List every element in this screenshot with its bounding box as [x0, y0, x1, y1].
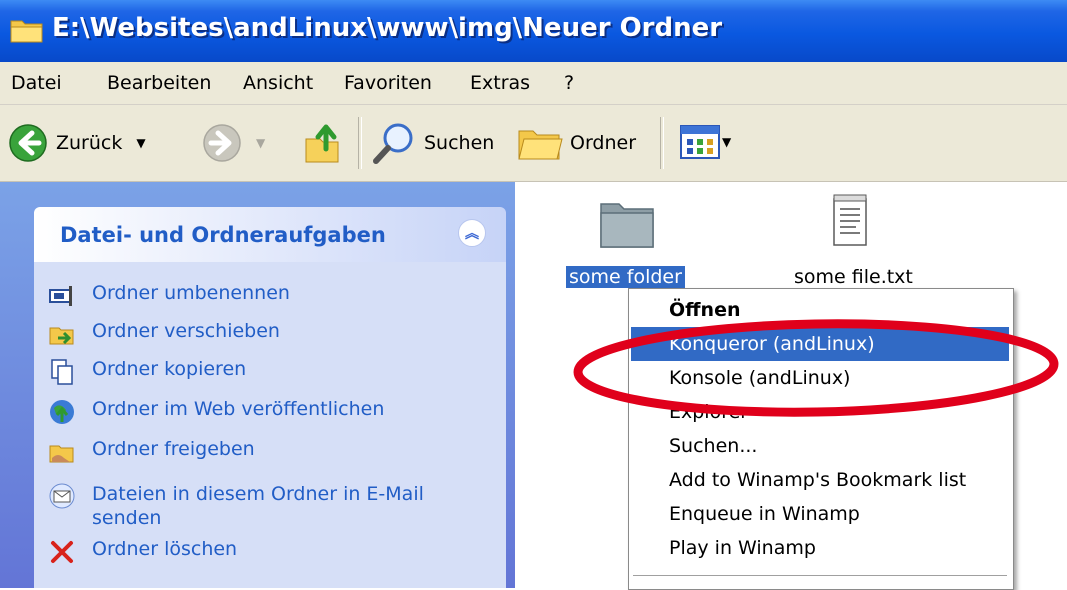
menu-favoriten[interactable]: Favoriten [344, 72, 432, 94]
copy-icon [51, 359, 73, 385]
task-share[interactable]: Ordner freigeben [48, 438, 255, 466]
move-icon [49, 327, 74, 345]
up-folder-icon [305, 124, 339, 163]
task-publish-web[interactable]: Ordner im Web veröffentlichen [48, 398, 384, 426]
menu-help[interactable]: ? [564, 72, 574, 94]
back-button[interactable]: Zurück ▼ [8, 123, 146, 163]
share-icon [49, 445, 74, 463]
search-icon [373, 123, 413, 164]
search-label: Suchen [424, 132, 495, 154]
task-label: Ordner im Web veröffentlichen [92, 398, 385, 420]
context-separator [633, 575, 1007, 576]
task-label: Ordner löschen [92, 538, 238, 560]
text-file-icon [833, 194, 867, 246]
context-winamp-bookmark[interactable]: Add to Winamp's Bookmark list [631, 463, 1009, 497]
task-label: Ordner verschieben [92, 320, 280, 342]
task-panel-body: Ordner umbenennen Ordner verschieben Ord… [34, 262, 506, 588]
views-icon [680, 125, 720, 159]
toolbar: Zurück ▼ ▼ Suchen Ordner ▼ [0, 105, 1067, 182]
context-winamp-enqueue[interactable]: Enqueue in Winamp [631, 497, 1009, 531]
menu-extras[interactable]: Extras [470, 72, 530, 94]
menu-bar: Datei Bearbeiten Ansicht Favoriten Extra… [0, 62, 1067, 105]
task-move[interactable]: Ordner verschieben [48, 320, 280, 348]
file-name: some file.txt [794, 266, 913, 288]
back-dropdown-icon[interactable]: ▼ [136, 136, 145, 150]
task-panel-header[interactable]: Datei- und Ordneraufgaben ︽ [34, 207, 506, 262]
email-icon [49, 483, 75, 509]
folder-icon [10, 20, 43, 43]
views-dropdown-icon[interactable]: ▼ [722, 135, 731, 149]
publish-web-icon [50, 400, 74, 424]
forward-button[interactable]: ▼ [202, 123, 265, 163]
menu-ansicht[interactable]: Ansicht [243, 72, 313, 94]
search-button[interactable]: Suchen [372, 121, 494, 165]
up-folder-button[interactable] [302, 121, 342, 165]
views-button[interactable]: ▼ [680, 125, 731, 159]
task-label: Ordner kopieren [92, 358, 247, 380]
context-menu: Öffnen Konqueror (andLinux) Konsole (and… [628, 288, 1014, 590]
file-name: some folder [566, 266, 685, 288]
context-open[interactable]: Öffnen [631, 293, 1009, 327]
toolbar-separator [358, 117, 362, 169]
folders-icon [518, 130, 563, 160]
back-arrow-icon [9, 124, 47, 162]
context-search[interactable]: Suchen... [631, 429, 1009, 463]
task-label: Ordner umbenennen [92, 282, 290, 304]
task-label: Ordner freigeben [92, 438, 255, 460]
menu-bearbeiten[interactable]: Bearbeiten [107, 72, 211, 94]
window-title: E:\Websites\andLinux\www\img\Neuer Ordne… [52, 13, 723, 43]
rename-icon [49, 286, 72, 306]
context-konsole[interactable]: Konsole (andLinux) [631, 361, 1009, 395]
task-panel-title: Datei- und Ordneraufgaben [60, 223, 386, 247]
folders-button[interactable]: Ordner [516, 123, 636, 163]
folder-icon [600, 203, 654, 248]
task-rename[interactable]: Ordner umbenennen [48, 282, 290, 310]
toolbar-separator [660, 117, 664, 169]
forward-dropdown-icon[interactable]: ▼ [256, 136, 265, 150]
folders-label: Ordner [570, 132, 637, 154]
task-label: Dateien in diesem Ordner in E-Mail sende… [92, 483, 424, 529]
task-email[interactable]: Dateien in diesem Ordner in E-Mail sende… [48, 482, 478, 530]
back-label: Zurück [56, 132, 123, 154]
collapse-chevron-icon[interactable]: ︽ [458, 219, 486, 247]
forward-arrow-icon [203, 124, 241, 162]
delete-icon [51, 541, 73, 563]
task-copy[interactable]: Ordner kopieren [48, 358, 246, 386]
context-konqueror[interactable]: Konqueror (andLinux) [631, 327, 1009, 361]
title-bar[interactable]: E:\Websites\andLinux\www\img\Neuer Ordne… [0, 0, 1067, 62]
menu-datei[interactable]: Datei [11, 72, 62, 94]
task-delete[interactable]: Ordner löschen [48, 538, 237, 566]
context-winamp-play[interactable]: Play in Winamp [631, 531, 1009, 565]
context-explorer[interactable]: Explorer [631, 395, 1009, 429]
